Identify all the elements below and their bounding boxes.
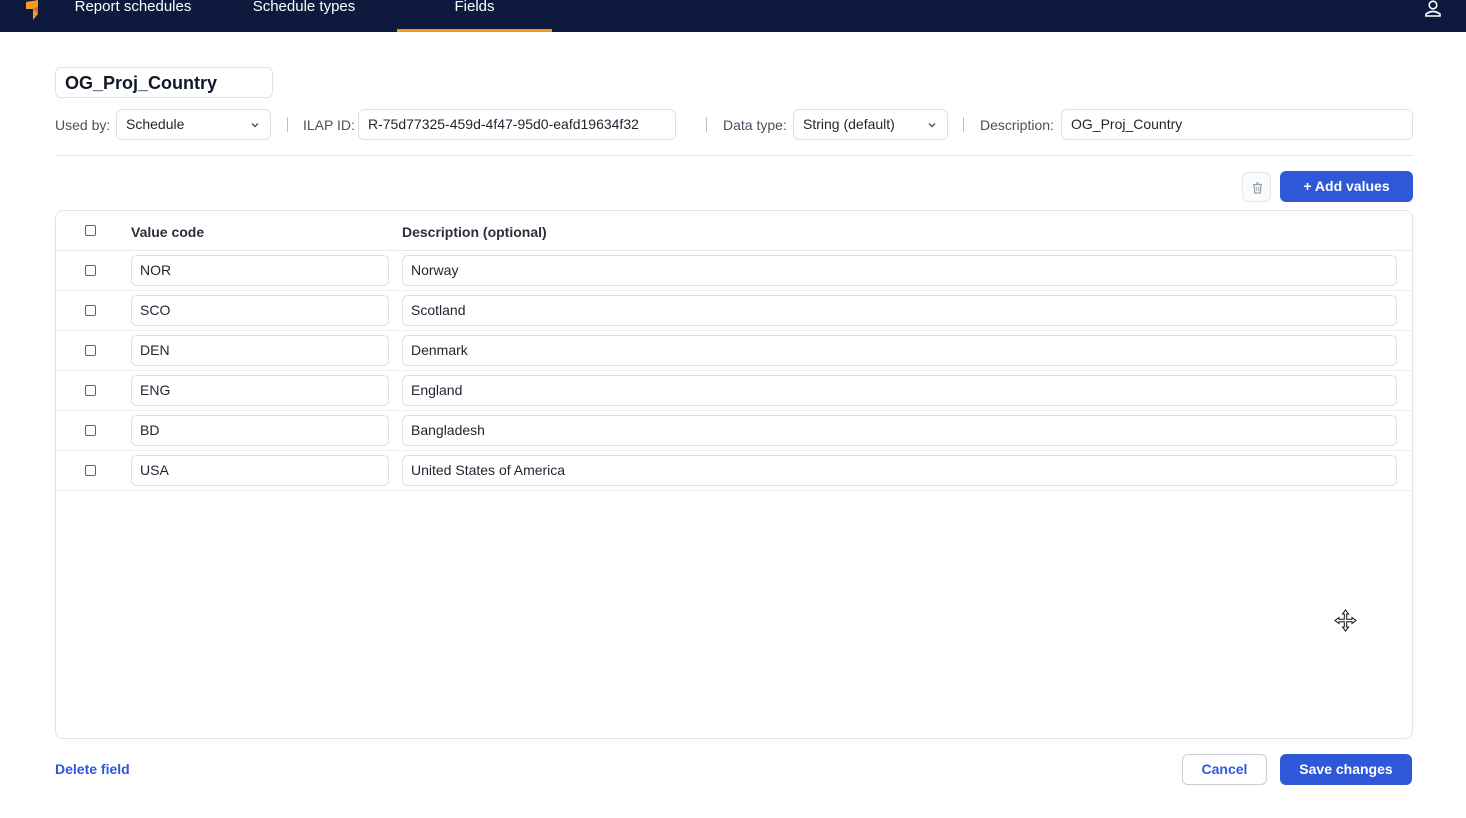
- row-checkbox[interactable]: [85, 345, 96, 356]
- divider: [287, 117, 288, 132]
- values-table: Value code Description (optional) NOR No…: [55, 210, 1413, 739]
- data-type-select[interactable]: String (default): [793, 109, 948, 140]
- description-input[interactable]: OG_Proj_Country: [1061, 109, 1413, 140]
- save-changes-button[interactable]: Save changes: [1280, 754, 1412, 785]
- row-checkbox[interactable]: [85, 425, 96, 436]
- select-all-checkbox[interactable]: [85, 225, 96, 236]
- table-row: BD Bangladesh: [56, 411, 1412, 451]
- value-code-input[interactable]: DEN: [131, 335, 389, 366]
- value-description-input[interactable]: Scotland: [402, 295, 1397, 326]
- move-cursor-icon: [1334, 609, 1357, 632]
- table-header: Value code Description (optional): [56, 211, 1412, 251]
- ilap-id-input[interactable]: R-75d77325-459d-4f47-95d0-eafd19634f32: [358, 109, 676, 140]
- row-checkbox[interactable]: [85, 465, 96, 476]
- delete-values-button[interactable]: [1242, 172, 1271, 202]
- value-description-input[interactable]: Bangladesh: [402, 415, 1397, 446]
- field-name-input[interactable]: OG_Proj_Country: [55, 67, 273, 98]
- value-description-input[interactable]: Norway: [402, 255, 1397, 286]
- value-code-input[interactable]: ENG: [131, 375, 389, 406]
- used-by-label: Used by:: [55, 117, 111, 133]
- divider: [706, 117, 707, 132]
- data-type-label: Data type:: [723, 117, 787, 133]
- chevron-down-icon: [251, 123, 259, 128]
- column-header-description: Description (optional): [402, 224, 547, 240]
- value-description-input[interactable]: United States of America: [402, 455, 1397, 486]
- table-row: USA United States of America: [56, 451, 1412, 491]
- cancel-button[interactable]: Cancel: [1182, 754, 1267, 785]
- column-header-value-code: Value code: [131, 224, 205, 240]
- tab-fields[interactable]: Fields: [397, 0, 552, 32]
- row-checkbox[interactable]: [85, 385, 96, 396]
- used-by-value: Schedule: [126, 116, 185, 132]
- data-type-value: String (default): [803, 116, 895, 132]
- used-by-select[interactable]: Schedule: [116, 109, 271, 140]
- table-row: NOR Norway: [56, 251, 1412, 291]
- value-code-input[interactable]: SCO: [131, 295, 389, 326]
- brand-logo-icon[interactable]: [22, 0, 42, 22]
- add-values-button[interactable]: + Add values: [1280, 171, 1413, 202]
- table-row: SCO Scotland: [56, 291, 1412, 331]
- field-meta-row: Used by: Schedule ILAP ID: R-75d77325-45…: [55, 109, 1413, 140]
- divider: [963, 117, 964, 132]
- row-checkbox[interactable]: [85, 265, 96, 276]
- top-nav-bar: Report schedules Schedule types Fields: [0, 0, 1466, 32]
- value-code-input[interactable]: USA: [131, 455, 389, 486]
- tab-report-schedules[interactable]: Report schedules: [62, 0, 204, 32]
- chevron-down-icon: [928, 123, 936, 128]
- ilap-id-label: ILAP ID:: [303, 117, 355, 133]
- table-row: ENG England: [56, 371, 1412, 411]
- value-description-input[interactable]: Denmark: [402, 335, 1397, 366]
- value-description-input[interactable]: England: [402, 375, 1397, 406]
- section-divider: [55, 155, 1413, 156]
- tab-schedule-types[interactable]: Schedule types: [240, 0, 368, 32]
- table-row: DEN Denmark: [56, 331, 1412, 371]
- row-checkbox[interactable]: [85, 305, 96, 316]
- trash-icon: [1253, 182, 1262, 194]
- value-code-input[interactable]: NOR: [131, 255, 389, 286]
- user-icon[interactable]: [1424, 0, 1442, 18]
- value-code-input[interactable]: BD: [131, 415, 389, 446]
- description-label: Description:: [980, 117, 1054, 133]
- delete-field-link[interactable]: Delete field: [55, 761, 130, 777]
